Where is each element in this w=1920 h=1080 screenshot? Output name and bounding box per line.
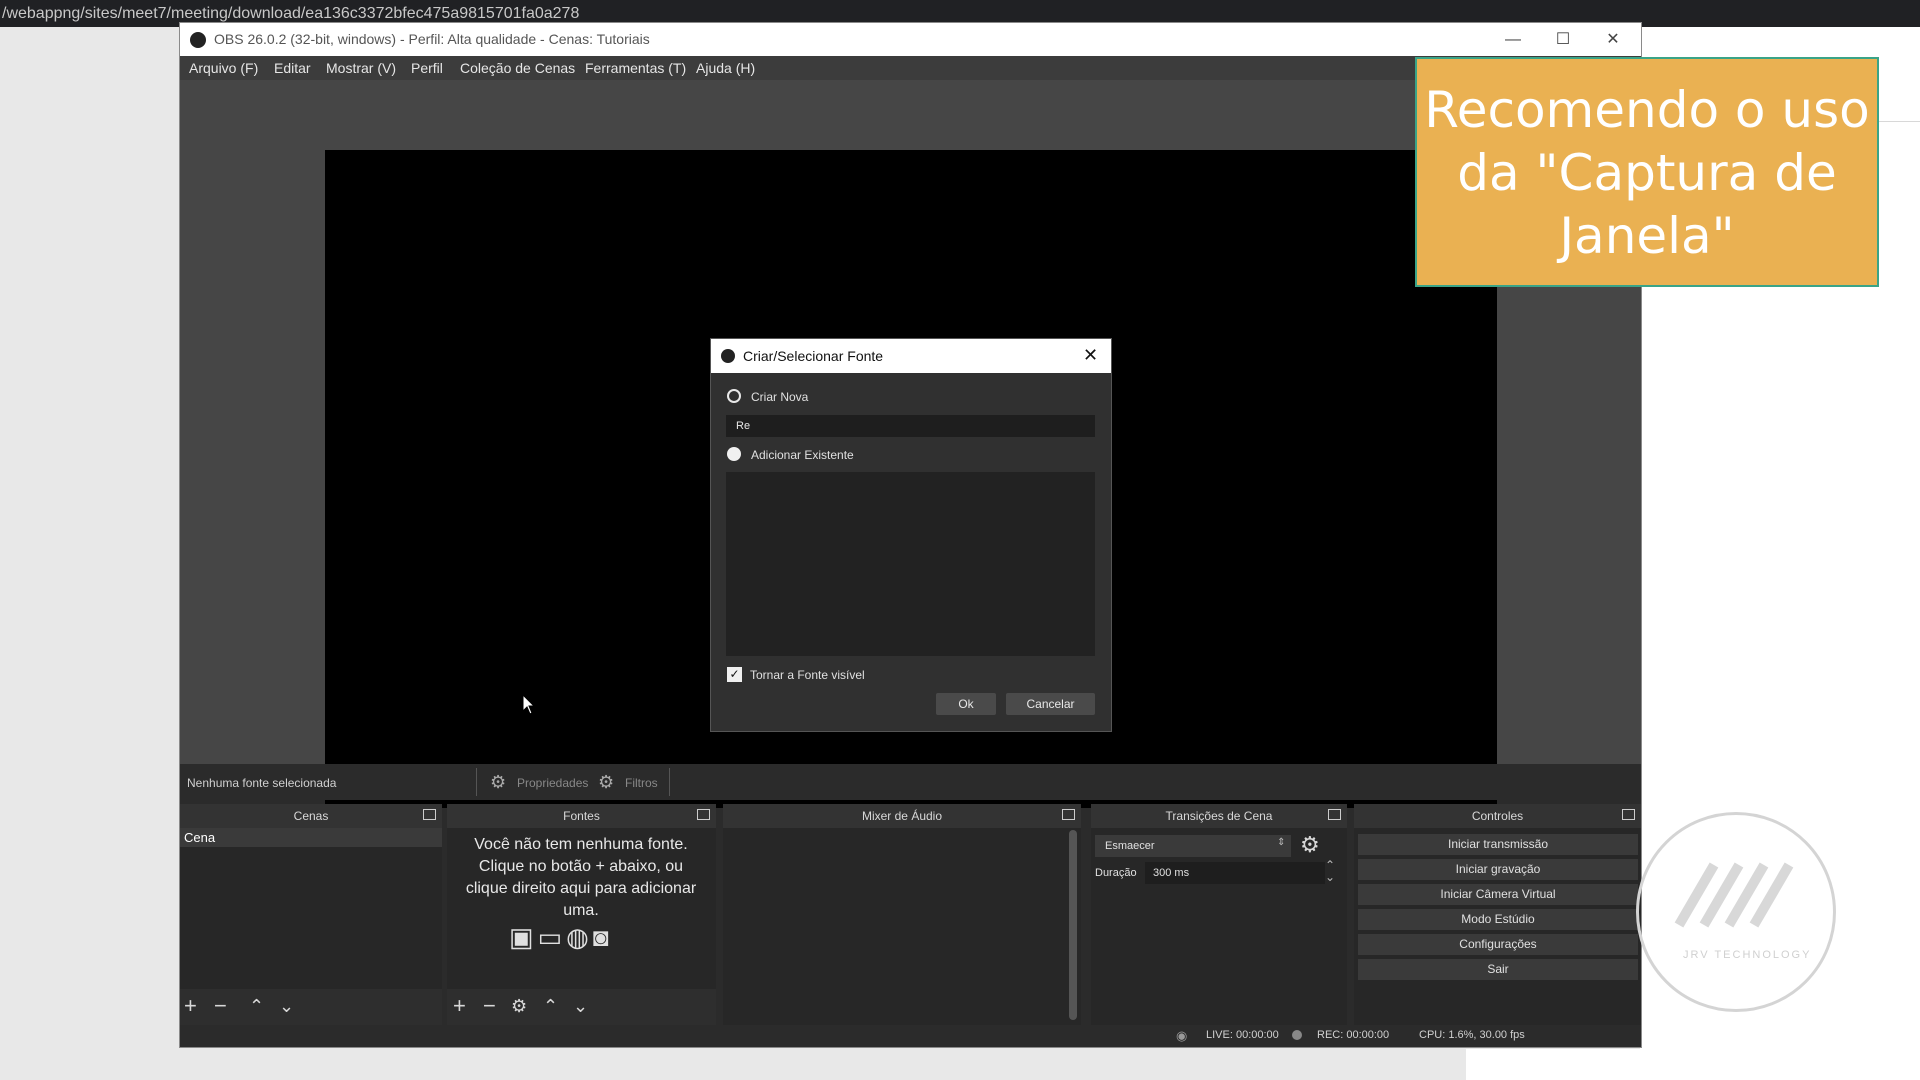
add-existing-radio[interactable] bbox=[727, 447, 741, 461]
filters-icon: ⚙ bbox=[598, 772, 615, 792]
scene-item[interactable]: Cena bbox=[180, 828, 442, 847]
cpu-fps: CPU: 1.6%, 30.00 fps bbox=[1419, 1029, 1525, 1041]
obs-logo-icon bbox=[190, 32, 206, 48]
duration-label: Duração bbox=[1095, 867, 1137, 879]
transitions-dock: Transições de Cena Esmaecer ⇕ ⚙ Duração … bbox=[1091, 804, 1347, 1025]
menu-tools[interactable]: Ferramentas (T) bbox=[585, 60, 686, 76]
dialog-title-bar: Criar/Selecionar Fonte ✕ bbox=[711, 339, 1111, 373]
close-window-button[interactable]: ✕ bbox=[1588, 23, 1638, 56]
float-dock-icon[interactable] bbox=[697, 809, 710, 820]
remove-scene-icon[interactable]: − bbox=[214, 995, 227, 1017]
menu-help[interactable]: Ajuda (H) bbox=[696, 60, 755, 76]
live-timer: LIVE: 00:00:00 bbox=[1206, 1029, 1279, 1041]
status-bar: ◉ LIVE: 00:00:00 REC: 00:00:00 CPU: 1.6%… bbox=[180, 1025, 1641, 1047]
live-signal-icon: ◉ bbox=[1176, 1028, 1188, 1043]
add-source-icon[interactable]: + bbox=[453, 995, 466, 1017]
ok-button[interactable]: Ok bbox=[936, 693, 996, 715]
globe-icon: ◍ bbox=[566, 922, 593, 952]
tip-callout: Recomendo o uso da "Captura de Janela" bbox=[1415, 57, 1879, 287]
controls-title: Controles bbox=[1354, 804, 1641, 828]
dialog-close-icon[interactable]: ✕ bbox=[1083, 345, 1098, 366]
minimize-button[interactable]: — bbox=[1488, 23, 1538, 56]
checkbox-checked-icon[interactable]: ✓ bbox=[727, 667, 742, 682]
existing-sources-list[interactable] bbox=[726, 472, 1095, 656]
dialog-title: Criar/Selecionar Fonte bbox=[743, 348, 884, 364]
watermark-text: JRV TECHNOLOGY bbox=[1683, 949, 1812, 961]
menu-file[interactable]: Arquivo (F) bbox=[189, 60, 258, 76]
window-title: OBS 26.0.2 (32-bit, windows) - Perfil: A… bbox=[214, 31, 650, 47]
display-icon: ▭ bbox=[537, 922, 567, 952]
start-virtual-camera-button[interactable]: Iniciar Câmera Virtual bbox=[1358, 884, 1638, 905]
title-bar: OBS 26.0.2 (32-bit, windows) - Perfil: A… bbox=[180, 23, 1641, 56]
divider bbox=[669, 768, 670, 796]
gear-icon: ⚙ bbox=[490, 772, 507, 792]
menu-profile[interactable]: Perfil bbox=[411, 60, 443, 76]
audio-mixer-dock: Mixer de Áudio bbox=[723, 804, 1081, 1025]
scenes-title: Cenas bbox=[180, 804, 442, 828]
make-visible-label: Tornar a Fonte visível bbox=[750, 668, 865, 682]
mixer-title: Mixer de Áudio bbox=[723, 804, 1081, 828]
remove-source-icon[interactable]: − bbox=[483, 995, 496, 1017]
create-select-source-dialog: Criar/Selecionar Fonte ✕ Criar Nova Re A… bbox=[711, 339, 1111, 731]
filters-button[interactable]: Filtros bbox=[625, 776, 658, 790]
float-dock-icon[interactable] bbox=[423, 809, 436, 820]
rec-timer: REC: 00:00:00 bbox=[1317, 1029, 1390, 1041]
move-down-icon[interactable]: ⌄ bbox=[573, 995, 588, 1017]
float-dock-icon[interactable] bbox=[1062, 809, 1075, 820]
start-streaming-button[interactable]: Iniciar transmissão bbox=[1358, 834, 1638, 855]
maximize-button[interactable]: ☐ bbox=[1538, 23, 1588, 56]
background-page-bottom bbox=[1466, 1049, 1920, 1080]
mouse-cursor-icon bbox=[522, 694, 536, 715]
studio-mode-button[interactable]: Modo Estúdio bbox=[1358, 909, 1638, 930]
camera-icon: ◙ bbox=[592, 922, 613, 952]
watermark-stripes bbox=[1674, 862, 1794, 928]
transition-settings-gear-icon[interactable]: ⚙ bbox=[1300, 832, 1320, 858]
menu-view[interactable]: Mostrar (V) bbox=[326, 60, 396, 76]
cancel-button[interactable]: Cancelar bbox=[1006, 693, 1095, 715]
move-up-icon[interactable]: ⌃ bbox=[249, 995, 264, 1017]
transition-select[interactable]: Esmaecer bbox=[1095, 835, 1291, 857]
settings-button[interactable]: Configurações bbox=[1358, 934, 1638, 955]
transitions-title: Transições de Cena bbox=[1091, 804, 1347, 828]
duration-stepper[interactable]: ⌃ ⌄ bbox=[1325, 859, 1335, 883]
scenes-dock: Cenas Cena + − ⌃ ⌄ bbox=[180, 804, 442, 1025]
exit-button[interactable]: Sair bbox=[1358, 959, 1638, 980]
no-source-selected-label: Nenhuma fonte selecionada bbox=[187, 776, 337, 790]
mixer-scrollbar[interactable] bbox=[1069, 830, 1077, 1020]
source-settings-icon[interactable]: ⚙ bbox=[511, 995, 527, 1017]
menu-scene-collection[interactable]: Coleção de Cenas bbox=[460, 60, 575, 76]
add-scene-icon[interactable]: + bbox=[184, 995, 197, 1017]
jrv-watermark-logo: JRV TECHNOLOGY bbox=[1636, 812, 1836, 1012]
start-recording-button[interactable]: Iniciar gravação bbox=[1358, 859, 1638, 880]
menu-edit[interactable]: Editar bbox=[274, 60, 311, 76]
sources-title: Fontes bbox=[447, 804, 716, 828]
sources-dock: Fontes Você não tem nenhuma fonte. Cliqu… bbox=[447, 804, 716, 1025]
image-icon: ▣ bbox=[509, 922, 538, 952]
record-dot-icon bbox=[1292, 1030, 1302, 1040]
float-dock-icon[interactable] bbox=[1622, 809, 1635, 820]
obs-logo-icon bbox=[721, 349, 735, 363]
source-name-input[interactable]: Re bbox=[726, 415, 1095, 437]
float-dock-icon[interactable] bbox=[1328, 809, 1341, 820]
controls-dock: Controles Iniciar transmissão Iniciar gr… bbox=[1354, 804, 1641, 1025]
duration-input[interactable]: 300 ms bbox=[1145, 862, 1325, 884]
chevron-updown-icon: ⇕ bbox=[1277, 837, 1286, 848]
add-existing-label: Adicionar Existente bbox=[751, 448, 854, 462]
source-toolbar: Nenhuma fonte selecionada ⚙ Propriedades… bbox=[180, 764, 1641, 800]
move-down-icon[interactable]: ⌄ bbox=[279, 995, 294, 1017]
properties-button[interactable]: Propriedades bbox=[517, 776, 588, 790]
divider bbox=[476, 768, 477, 796]
create-new-label: Criar Nova bbox=[751, 390, 809, 404]
sources-empty-message: Você não tem nenhuma fonte. Clique no bo… bbox=[465, 836, 697, 919]
create-new-radio[interactable] bbox=[727, 389, 741, 403]
move-up-icon[interactable]: ⌃ bbox=[543, 995, 558, 1017]
